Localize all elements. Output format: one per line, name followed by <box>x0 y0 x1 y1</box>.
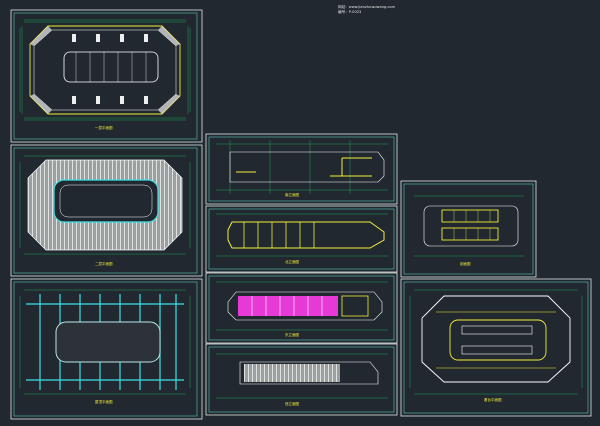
header-line-2: 编号：P-0023 <box>338 10 362 14</box>
sheet-2-second-floor-plan[interactable] <box>10 144 203 277</box>
sheet-1-ground-floor-plan[interactable] <box>10 9 203 143</box>
sheet-7-caption: 西立面图 <box>285 402 299 406</box>
sheet-6-elevation-colored[interactable] <box>205 272 398 344</box>
sheet-7-elevation[interactable] <box>205 343 398 416</box>
sheet-6-caption: 东立面图 <box>285 333 299 337</box>
sheet-3-roof-plan[interactable] <box>10 278 203 420</box>
sheet-4-elevation[interactable] <box>205 133 398 205</box>
sheet-8-caption: 剖面图 <box>460 262 471 266</box>
sheet-9-caption: 看台平面图 <box>484 398 502 402</box>
cad-drawing-canvas[interactable]: 网站：www.jianzhuwuwang.com 编号：P-0023 一层平面图… <box>0 0 600 426</box>
drawing-layout <box>10 9 592 420</box>
sheet-2-caption: 二层平面图 <box>95 262 113 266</box>
sheet-4-caption: 南立面图 <box>285 193 299 197</box>
sheet-3-caption: 屋顶平面图 <box>95 400 113 404</box>
drawing-header: 网站：www.jianzhuwuwang.com 编号：P-0023 <box>338 5 395 15</box>
sheet-5-caption: 北立面图 <box>285 260 299 264</box>
sheet-1-caption: 一层平面图 <box>95 126 113 130</box>
sheet-9-stand-plan[interactable] <box>400 278 592 417</box>
sheet-5-elevation[interactable] <box>205 205 398 273</box>
